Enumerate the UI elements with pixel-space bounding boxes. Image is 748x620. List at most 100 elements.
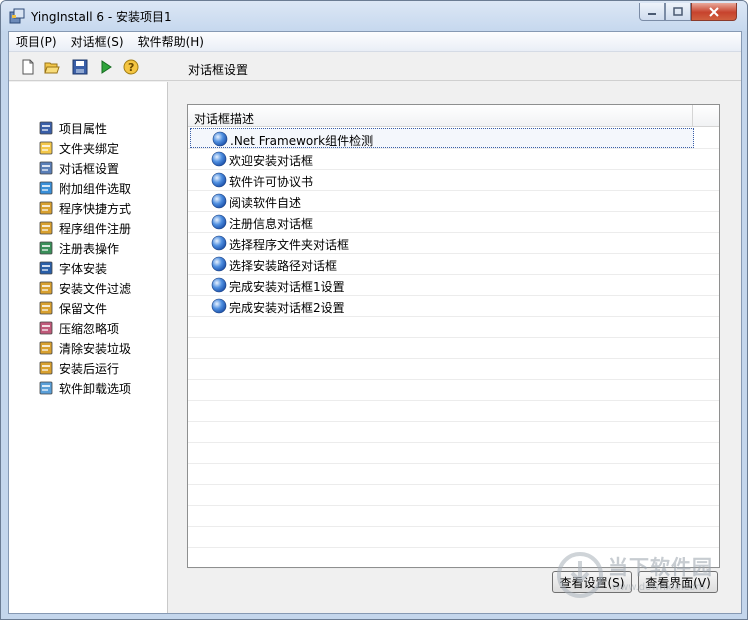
globe-icon <box>211 256 227 272</box>
globe-icon <box>211 193 227 209</box>
table-cell: 选择程序文件夹对话框 <box>190 233 694 253</box>
shortcut-icon <box>39 201 53 215</box>
sidebar-item-label: 安装后运行 <box>59 361 120 376</box>
sidebar-item[interactable]: 清除安装垃圾 <box>38 338 131 358</box>
watermark-brand: 当下软件园 <box>608 555 713 579</box>
globe-icon <box>211 172 227 188</box>
globe-icon <box>211 235 227 251</box>
sidebar-item-label: 注册表操作 <box>59 241 120 256</box>
table-row[interactable]: .Net Framework组件检测 <box>188 128 719 149</box>
table-row[interactable]: 注册信息对话框 <box>188 212 719 233</box>
table-cell: 注册信息对话框 <box>190 212 694 232</box>
sidebar-item[interactable]: 程序快捷方式 <box>38 198 131 218</box>
sidebar-item[interactable]: 文件夹绑定 <box>38 138 119 158</box>
minimize-button[interactable] <box>639 3 665 21</box>
run-icon[interactable] <box>98 59 114 75</box>
uninstall-icon <box>39 381 53 395</box>
dialog-row-label: 完成安装对话框1设置 <box>229 280 345 294</box>
sidebar-item[interactable]: 保留文件 <box>38 298 107 318</box>
sidebar-item[interactable]: 项目属性 <box>38 118 107 138</box>
table-row <box>188 506 719 527</box>
table-row <box>188 338 719 359</box>
dialog-list[interactable]: 对话框描述 .Net Framework组件检测 欢迎安装对话框 软件许可协议书 阅读… <box>187 104 720 569</box>
register-icon <box>39 221 53 235</box>
table-row[interactable]: 完成安装对话框1设置 <box>188 275 719 296</box>
open-folder-icon[interactable] <box>44 59 60 75</box>
sidebar-item-label: 附加组件选取 <box>59 181 132 196</box>
sidebar-item[interactable]: 注册表操作 <box>38 238 119 258</box>
folder-icon <box>39 141 53 155</box>
column-separator[interactable] <box>692 105 693 127</box>
compress-icon <box>39 321 53 335</box>
filter-icon <box>39 281 53 295</box>
menu-dialog[interactable]: 对话框(S) <box>64 32 131 52</box>
maximize-icon <box>673 7 683 16</box>
table-row[interactable]: 软件许可协议书 <box>188 170 719 191</box>
sidebar-item-label: 程序组件注册 <box>59 221 132 236</box>
sidebar-item[interactable]: 字体安装 <box>38 258 107 278</box>
globe-icon <box>211 151 227 167</box>
globe-icon <box>211 277 227 293</box>
sidebar-item-label: 字体安装 <box>59 261 108 276</box>
dialog-row-label: 软件许可协议书 <box>229 175 314 189</box>
sidebar-item[interactable]: 程序组件注册 <box>38 218 131 238</box>
sidebar-item[interactable]: 安装后运行 <box>38 358 119 378</box>
registry-icon <box>39 241 53 255</box>
table-row <box>188 464 719 485</box>
dialog-row-label: 阅读软件自述 <box>229 196 302 210</box>
save-icon[interactable] <box>72 59 88 75</box>
close-icon <box>709 6 719 17</box>
table-cell: 欢迎安装对话框 <box>190 149 694 169</box>
app-icon <box>9 8 25 24</box>
component-icon <box>39 181 53 195</box>
minimize-icon <box>648 12 656 15</box>
table-row[interactable]: 欢迎安装对话框 <box>188 149 719 170</box>
table-row <box>188 422 719 443</box>
table-row[interactable]: 选择安装路径对话框 <box>188 254 719 275</box>
menu-help[interactable]: 软件帮助(H) <box>131 32 211 52</box>
sidebar-item[interactable]: 附加组件选取 <box>38 178 131 198</box>
table-row <box>188 317 719 338</box>
sidebar-item-label: 压缩忽略项 <box>59 321 120 336</box>
globe-icon <box>212 131 228 147</box>
dialog-row-label: 注册信息对话框 <box>229 217 314 231</box>
table-cell: .Net Framework组件检测 <box>190 128 694 148</box>
sidebar-item-label: 清除安装垃圾 <box>59 341 132 356</box>
toolbar: ? 对话框设置 <box>9 53 741 81</box>
table-row[interactable]: 完成安装对话框2设置 <box>188 296 719 317</box>
table-row <box>188 485 719 506</box>
title-bar[interactable]: YingInstall 6 - 安装项目1 <box>1 1 747 31</box>
maximize-button[interactable] <box>665 3 691 21</box>
globe-icon <box>211 214 227 230</box>
table-cell: 完成安装对话框2设置 <box>190 296 694 316</box>
column-dialog-description[interactable]: 对话框描述 <box>194 110 254 127</box>
watermark-logo-icon <box>557 552 603 598</box>
table-row <box>188 443 719 464</box>
table-row <box>188 380 719 401</box>
table-cell: 选择安装路径对话框 <box>190 254 694 274</box>
table-row <box>188 401 719 422</box>
post-run-icon <box>39 361 53 375</box>
list-header[interactable]: 对话框描述 <box>188 105 719 127</box>
dialog-row-label: 选择程序文件夹对话框 <box>229 238 350 252</box>
sidebar-item[interactable]: 软件卸载选项 <box>38 378 131 398</box>
watermark: 当下软件园 www.downxia.com <box>556 549 741 604</box>
dialog-row-label: 选择安装路径对话框 <box>229 259 338 273</box>
sidebar-item-label: 保留文件 <box>59 301 108 316</box>
cleanup-icon <box>39 341 53 355</box>
dialog-row-label: .Net Framework组件检测 <box>230 134 374 148</box>
table-row[interactable]: 选择程序文件夹对话框 <box>188 233 719 254</box>
sidebar-item[interactable]: 压缩忽略项 <box>38 318 119 338</box>
new-file-icon[interactable] <box>20 59 36 75</box>
menu-project[interactable]: 项目(P) <box>9 32 64 52</box>
help-icon[interactable]: ? <box>123 59 139 75</box>
sidebar-item[interactable]: 安装文件过滤 <box>38 278 131 298</box>
dialog-row-label: 完成安装对话框2设置 <box>229 301 345 315</box>
dialog-row-label: 欢迎安装对话框 <box>229 154 314 168</box>
table-row[interactable]: 阅读软件自述 <box>188 191 719 212</box>
sidebar-item-label: 安装文件过滤 <box>59 281 132 296</box>
client-area: 项目(P) 对话框(S) 软件帮助(H) ? 对话框设置 项目属性 文件夹绑定 对话… <box>8 31 742 614</box>
keep-file-icon <box>39 301 53 315</box>
sidebar-item[interactable]: 对话框设置 <box>38 158 119 178</box>
close-button[interactable] <box>691 3 737 21</box>
